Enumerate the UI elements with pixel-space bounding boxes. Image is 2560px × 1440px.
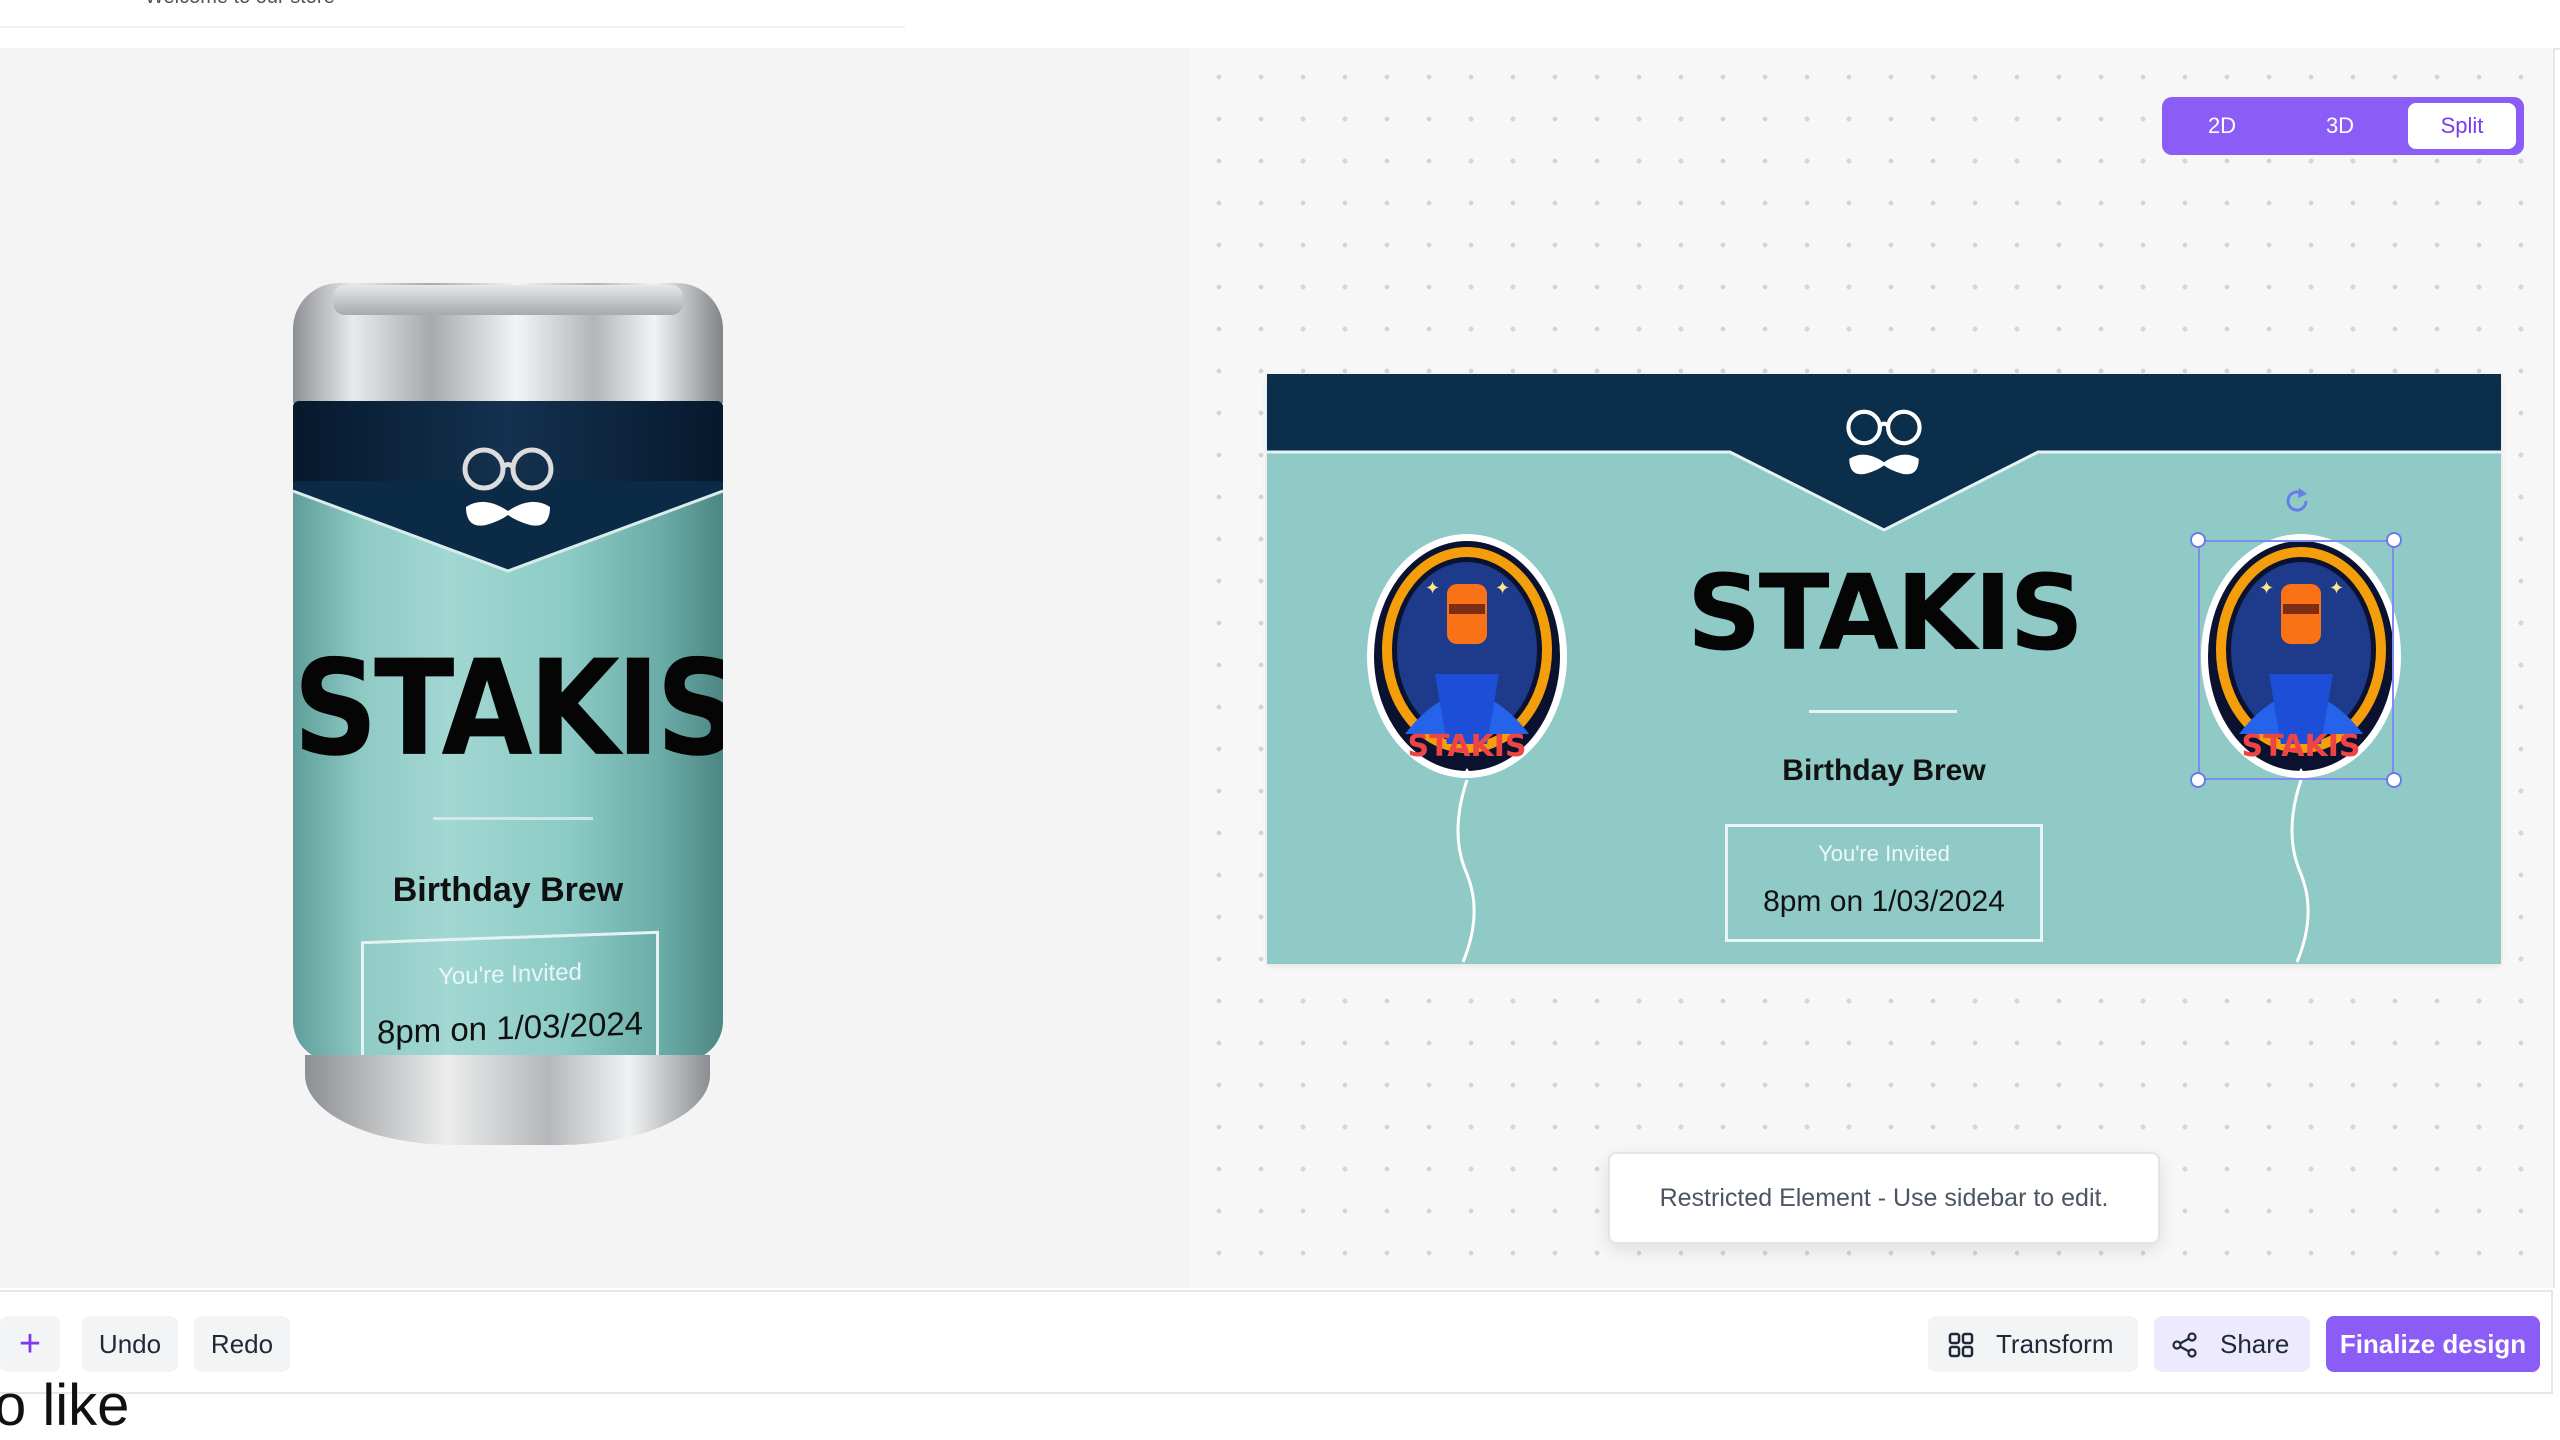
view-mode-toggle: 2D 3D Split xyxy=(2162,97,2524,155)
welcome-text: Welcome to our store xyxy=(145,0,335,9)
can-label-wrap: STAKIS Birthday Brew You're Invited 8pm … xyxy=(293,401,723,1061)
mustache-glasses-icon[interactable] xyxy=(1841,404,1927,484)
undo-button[interactable]: Undo xyxy=(82,1316,178,1372)
transform-button[interactable]: Transform xyxy=(1928,1316,2138,1372)
can-invite-box: You're Invited 8pm on 1/03/2024 xyxy=(361,930,659,1061)
label-invite-heading: You're Invited xyxy=(1818,841,1950,866)
finalize-design-button[interactable]: Finalize design xyxy=(2326,1316,2540,1372)
share-icon xyxy=(2172,1332,2197,1358)
resize-handle-top-left[interactable] xyxy=(2190,532,2206,548)
page-heading-partial: o like xyxy=(0,1373,130,1438)
rotate-handle-icon[interactable] xyxy=(2282,486,2312,516)
can-invite-datetime: 8pm on 1/03/2024 xyxy=(376,1004,644,1051)
bottom-toolbar: + Undo Redo Transform Share Finalize des… xyxy=(0,1290,2553,1394)
can-3d-model[interactable]: STAKIS Birthday Brew You're Invited 8pm … xyxy=(293,233,723,1173)
share-label: Share xyxy=(2220,1329,2290,1359)
view-split-button[interactable]: Split xyxy=(2408,103,2516,149)
can-lid xyxy=(333,285,683,315)
add-element-button[interactable]: + xyxy=(0,1316,60,1372)
transform-label: Transform xyxy=(1996,1329,2114,1359)
grid-icon xyxy=(1948,1332,1974,1358)
resize-handle-top-right[interactable] xyxy=(2386,532,2402,548)
label-invite-datetime: 8pm on 1/03/2024 xyxy=(1763,885,2005,918)
header-divider xyxy=(0,26,905,28)
selection-box xyxy=(2198,540,2394,780)
share-button[interactable]: Share xyxy=(2154,1316,2310,1372)
view-2d-button[interactable]: 2D xyxy=(2172,103,2272,149)
restricted-element-toast: Restricted Element - Use sidebar to edit… xyxy=(1608,1152,2160,1244)
balloon-badge-left[interactable]: ✦ ✦ STAKIS xyxy=(1365,534,1569,964)
can-bottom xyxy=(305,1055,710,1145)
can-divider xyxy=(433,817,593,820)
mustache-glasses-icon xyxy=(462,447,554,526)
can-invite-heading: You're Invited xyxy=(438,958,582,991)
view-3d-button[interactable]: 3D xyxy=(2290,103,2390,149)
resize-handle-bottom-right[interactable] xyxy=(2386,772,2402,788)
redo-button[interactable]: Redo xyxy=(194,1316,290,1372)
label-divider xyxy=(1809,710,1957,713)
svg-text:✦: ✦ xyxy=(1495,578,1510,599)
balloon-left-text: STAKIS xyxy=(1408,729,1527,764)
can-subtitle: Birthday Brew xyxy=(392,871,624,909)
3d-preview-pane[interactable]: STAKIS Birthday Brew You're Invited 8pm … xyxy=(0,48,1190,1288)
top-header: Welcome to our store xyxy=(0,0,2560,50)
svg-text:✦: ✦ xyxy=(1425,578,1440,599)
resize-handle-bottom-left[interactable] xyxy=(2190,772,2206,788)
label-invite-box[interactable]: You're Invited 8pm on 1/03/2024 xyxy=(1725,824,2043,942)
can-brand-text: STAKIS xyxy=(293,630,723,786)
